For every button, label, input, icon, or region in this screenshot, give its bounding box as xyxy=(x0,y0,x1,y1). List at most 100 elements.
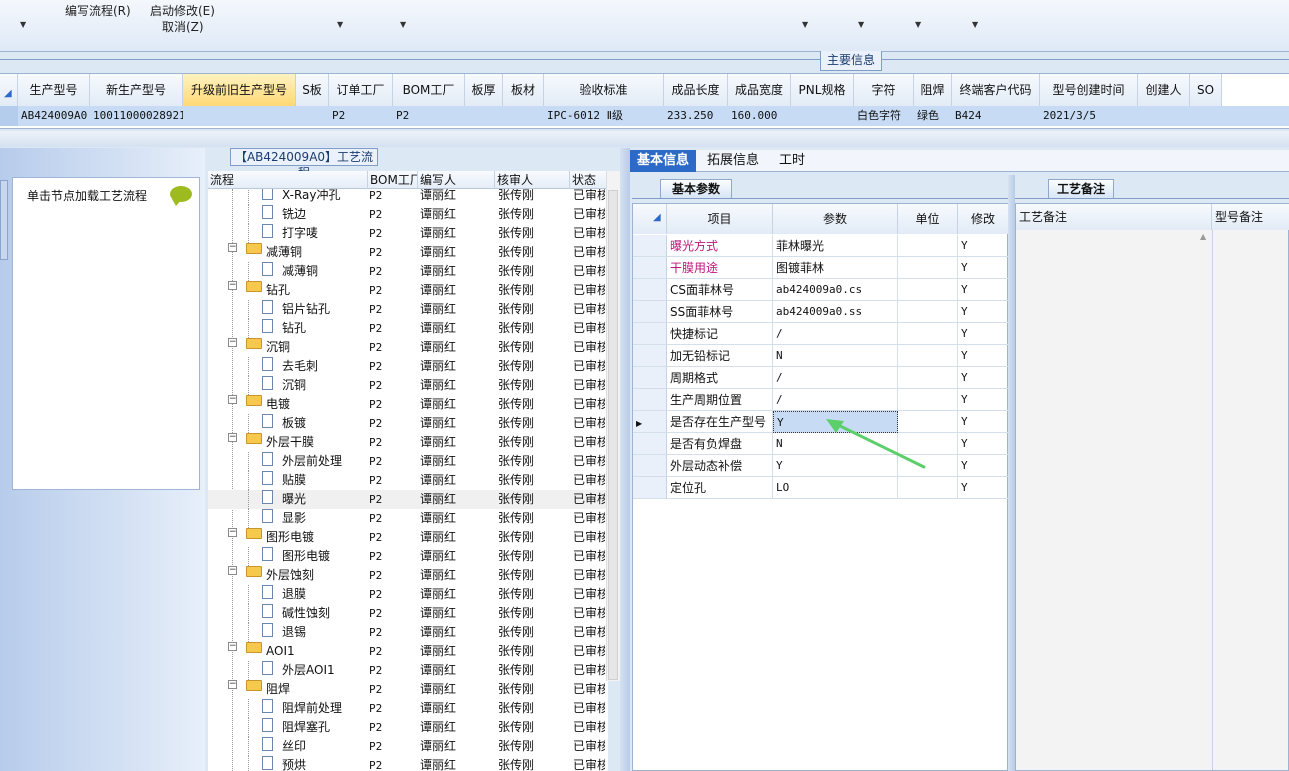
tree-column-header[interactable]: 核审人 xyxy=(495,171,570,189)
tree-row[interactable]: 阻焊塞孔 P2 谭丽红 张传刚 已审核 xyxy=(208,718,608,737)
tree-row[interactable]: 钻孔 P2 谭丽红 张传刚 已审核 xyxy=(208,319,608,338)
dropdown-arrow-icon[interactable]: ▼ xyxy=(337,20,343,29)
tree-row[interactable]: 曝光 P2 谭丽红 张传刚 已审核 xyxy=(208,490,608,509)
bp-cell-value[interactable]: N xyxy=(773,345,898,367)
bp-cell-modify[interactable]: Y xyxy=(958,323,1009,345)
collapse-toggle-icon[interactable]: − xyxy=(228,338,237,347)
tree-scrollbar-thumb[interactable] xyxy=(608,190,618,680)
dropdown-arrow-icon[interactable]: ▼ xyxy=(972,20,978,29)
start-modify-button[interactable]: 启动修改(E) xyxy=(150,2,215,19)
bp-cell-value[interactable]: 菲林曝光 xyxy=(773,235,898,257)
bp-row-header[interactable] xyxy=(633,433,667,455)
collapse-toggle-icon[interactable]: − xyxy=(228,433,237,442)
grid-cell[interactable] xyxy=(1190,106,1222,126)
grid-column-header[interactable]: 成品长度 xyxy=(664,74,728,106)
notes-column-header[interactable]: 工艺备注 xyxy=(1016,204,1212,230)
bp-cell-value[interactable]: / xyxy=(773,367,898,389)
collapse-toggle-icon[interactable]: − xyxy=(228,642,237,651)
tree-column-header[interactable]: 流程 xyxy=(208,171,368,189)
collapsed-side-tab[interactable] xyxy=(0,180,8,260)
scroll-up-icon[interactable]: ▲ xyxy=(1200,232,1206,241)
tree-row[interactable]: 显影 P2 谭丽红 张传刚 已审核 xyxy=(208,509,608,528)
tree-row[interactable]: 外层AOI1 P2 谭丽红 张传刚 已审核 xyxy=(208,661,608,680)
bp-row-header[interactable] xyxy=(633,235,667,257)
bp-cell-modify[interactable]: Y xyxy=(958,235,1009,257)
bp-row[interactable]: SS面菲林号 ab424009a0.ss Y xyxy=(633,301,1009,323)
tree-row[interactable]: − 电镀 P2 谭丽红 张传刚 已审核 xyxy=(208,395,608,414)
grid-cell[interactable]: 白色字符 xyxy=(854,106,914,126)
grid-cell[interactable] xyxy=(503,106,544,126)
bp-row-header[interactable] xyxy=(633,257,667,279)
dropdown-arrow-icon[interactable]: ▼ xyxy=(915,20,921,29)
collapse-toggle-icon[interactable]: − xyxy=(228,243,237,252)
tree-row[interactable]: − 钻孔 P2 谭丽红 张传刚 已审核 xyxy=(208,281,608,300)
bp-row[interactable]: 曝光方式 菲林曝光 Y xyxy=(633,235,1009,257)
bp-cell-unit[interactable] xyxy=(898,323,958,345)
tree-row[interactable]: − AOI1 P2 谭丽红 张传刚 已审核 xyxy=(208,642,608,661)
bp-cell-unit[interactable] xyxy=(898,279,958,301)
bp-row-header[interactable] xyxy=(633,477,667,499)
bp-column-header[interactable]: 修改 xyxy=(958,204,1009,234)
bp-cell-item[interactable]: 曝光方式 xyxy=(667,235,773,257)
bp-cell-unit[interactable] xyxy=(898,477,958,499)
bp-cell-item[interactable]: SS面菲林号 xyxy=(667,301,773,323)
grid-cell[interactable] xyxy=(296,106,329,126)
bp-cell-unit[interactable] xyxy=(898,345,958,367)
grid-column-header[interactable]: 板厚 xyxy=(465,74,503,106)
bp-row[interactable]: 干膜用途 图镀菲林 Y xyxy=(633,257,1009,279)
bp-cell-item[interactable]: 周期格式 xyxy=(667,367,773,389)
bp-cell-value[interactable]: / xyxy=(773,323,898,345)
bp-cell-item[interactable]: 外层动态补偿 xyxy=(667,455,773,477)
bp-row-header[interactable] xyxy=(633,279,667,301)
tree-row[interactable]: 退膜 P2 谭丽红 张传刚 已审核 xyxy=(208,585,608,604)
horizontal-splitter[interactable] xyxy=(0,131,1289,147)
tree-row[interactable]: 铝片钻孔 P2 谭丽红 张传刚 已审核 xyxy=(208,300,608,319)
grid-column-header[interactable]: 验收标准 xyxy=(544,74,664,106)
bp-row-header[interactable] xyxy=(633,323,667,345)
bp-cell-item[interactable]: 快捷标记 xyxy=(667,323,773,345)
grid-column-header[interactable]: 订单工厂 xyxy=(329,74,393,106)
basic-params-grid[interactable]: ◢ 项目 参数 单位 修改 曝光方式 菲林曝光 Y 干膜用途 图镀菲林 Y CS面菲林号 ab42400… xyxy=(632,203,1009,771)
process-tree[interactable]: X-Ray冲孔 P2 谭丽红 张传刚 已审核 铣边 P2 谭丽红 张传刚 已审核 打字唛 P2 谭丽红张… xyxy=(208,189,608,771)
grid-cell[interactable]: 233.250 xyxy=(664,106,728,126)
bp-cell-value[interactable]: ab424009a0.ss xyxy=(773,301,898,323)
grid-cell[interactable]: 2021/3/5 xyxy=(1040,106,1138,126)
bp-column-header[interactable]: 单位 xyxy=(898,204,958,234)
bp-cell-value[interactable]: ab424009a0.cs xyxy=(773,279,898,301)
bp-cell-modify[interactable]: Y xyxy=(958,301,1009,323)
grid-column-header[interactable]: 型号创建时间 xyxy=(1040,74,1138,106)
vertical-splitter[interactable] xyxy=(1008,175,1015,771)
dropdown-arrow-icon[interactable]: ▼ xyxy=(400,20,406,29)
bp-column-header[interactable]: 项目 xyxy=(667,204,773,234)
grid-cell[interactable] xyxy=(791,106,854,126)
tree-row[interactable]: − 图形电镀 P2 谭丽红 张传刚 已审核 xyxy=(208,528,608,547)
bp-cell-value[interactable]: LO xyxy=(773,477,898,499)
bp-row-header[interactable]: ▶ xyxy=(633,411,667,433)
grid-column-header[interactable]: 升级前旧生产型号 xyxy=(183,74,296,106)
bp-cell-unit[interactable] xyxy=(898,235,958,257)
bp-cell-modify[interactable]: Y xyxy=(958,389,1009,411)
grid-row-header[interactable] xyxy=(0,106,18,126)
grid-cell[interactable] xyxy=(465,106,503,126)
tree-row[interactable]: 丝印 P2 谭丽红 张传刚 已审核 xyxy=(208,737,608,756)
process-notes-grid[interactable]: 工艺备注 型号备注 ▲ xyxy=(1015,203,1289,771)
edit-flow-button[interactable]: 编写流程(R) xyxy=(65,2,131,19)
bp-row[interactable]: CS面菲林号 ab424009a0.cs Y xyxy=(633,279,1009,301)
node-list-box[interactable] xyxy=(12,177,200,490)
bp-row-header[interactable] xyxy=(633,301,667,323)
tree-row[interactable]: X-Ray冲孔 P2 谭丽红 张传刚 已审核 xyxy=(208,189,608,205)
vertical-splitter[interactable] xyxy=(620,148,630,771)
grid-cell[interactable]: P2 xyxy=(393,106,465,126)
tree-row[interactable]: − 沉铜 P2 谭丽红 张传刚 已审核 xyxy=(208,338,608,357)
grid-cell[interactable]: 10011000028921 xyxy=(90,106,183,126)
bp-row[interactable]: 生产周期位置 / Y xyxy=(633,389,1009,411)
grid-column-header[interactable]: 创建人 xyxy=(1138,74,1190,106)
grid-cell[interactable]: B424 xyxy=(952,106,1040,126)
grid-column-header[interactable]: 阻焊 xyxy=(914,74,952,106)
bp-cell-unit[interactable] xyxy=(898,367,958,389)
tree-row[interactable]: 碱性蚀刻 P2 谭丽红 张传刚 已审核 xyxy=(208,604,608,623)
tree-row[interactable]: 减薄铜 P2 谭丽红 张传刚 已审核 xyxy=(208,262,608,281)
tree-row[interactable]: 外层前处理 P2 谭丽红 张传刚 已审核 xyxy=(208,452,608,471)
grid-column-header[interactable]: SO xyxy=(1190,74,1222,106)
collapse-toggle-icon[interactable]: − xyxy=(228,680,237,689)
